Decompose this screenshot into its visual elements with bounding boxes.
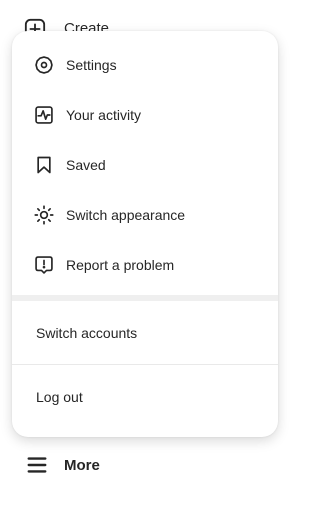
menu-divider-thin — [12, 364, 278, 365]
page: Create Settings Your activity Saved Swit… — [0, 0, 332, 512]
menu-item-switch-appearance-label: Switch appearance — [66, 207, 186, 223]
menu-item-report-problem-label: Report a problem — [66, 257, 175, 273]
menu-item-report-problem[interactable]: Report a problem — [12, 240, 278, 290]
menu-item-saved-label: Saved — [66, 157, 106, 173]
more-menu: Settings Your activity Saved Switch appe… — [12, 31, 278, 437]
bookmark-icon — [34, 155, 54, 175]
menu-item-switch-appearance[interactable]: Switch appearance — [12, 190, 278, 240]
menu-item-log-out[interactable]: Log out — [12, 365, 278, 428]
menu-section-main: Settings Your activity Saved Switch appe… — [12, 31, 278, 290]
menu-item-your-activity-label: Your activity — [66, 107, 141, 123]
settings-icon — [34, 55, 54, 75]
menu-item-settings-label: Settings — [66, 57, 117, 73]
activity-icon — [34, 105, 54, 125]
report-icon — [34, 255, 54, 275]
nav-item-more-label: More — [64, 456, 100, 474]
menu-item-saved[interactable]: Saved — [12, 140, 278, 190]
nav-item-more[interactable]: More — [26, 452, 100, 478]
menu-item-switch-accounts-label: Switch accounts — [36, 324, 138, 341]
menu-item-settings[interactable]: Settings — [12, 40, 278, 90]
menu-icon — [27, 457, 47, 473]
menu-item-log-out-label: Log out — [36, 388, 83, 405]
menu-item-switch-accounts[interactable]: Switch accounts — [12, 301, 278, 364]
sun-icon — [34, 205, 54, 225]
menu-item-your-activity[interactable]: Your activity — [12, 90, 278, 140]
